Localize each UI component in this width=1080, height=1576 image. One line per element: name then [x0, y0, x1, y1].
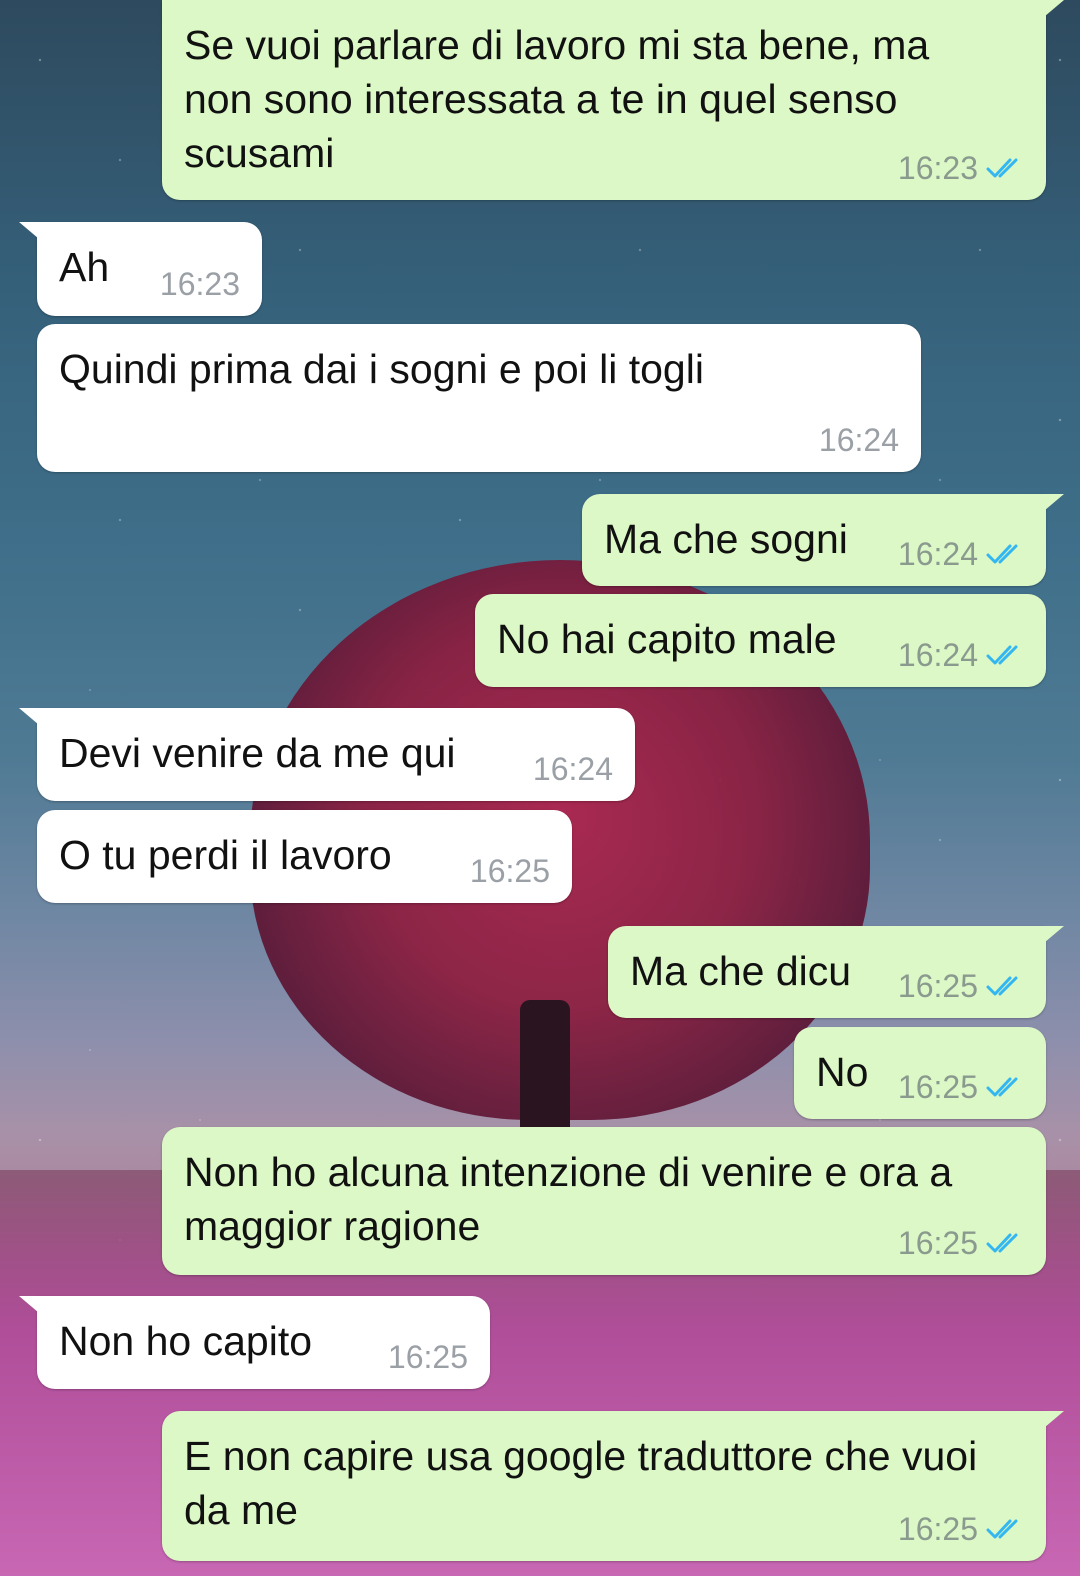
message-time: 16:23 [897, 150, 978, 186]
message-meta: 16:25 [898, 1069, 1026, 1105]
message-time: 16:25 [897, 968, 978, 1004]
message-outgoing[interactable]: Se vuoi parlare di lavoro mi sta bene, m… [162, 0, 1064, 200]
double-check-icon [986, 158, 1018, 178]
message-time: 16:23 [159, 266, 240, 302]
message-meta: 16:24 [819, 422, 899, 458]
message-incoming[interactable]: Devi venire da me qui 16:24 [19, 708, 635, 801]
message-text: Non ho capito [59, 1318, 313, 1364]
message-meta: 16:25 [388, 1339, 468, 1375]
message-time: 16:24 [897, 637, 978, 673]
message-text: Ma che dicu [630, 948, 852, 994]
message-meta: 16:25 [898, 1511, 1026, 1547]
message-outgoing[interactable]: Ma che dicu 16:25 [608, 926, 1064, 1018]
message-meta: 16:23 [898, 150, 1026, 186]
message-meta: 16:23 [160, 266, 240, 302]
message-text: Se vuoi parlare di lavoro mi sta bene, m… [184, 22, 941, 176]
message-text: Devi venire da me qui [59, 730, 456, 776]
message-time: 16:24 [818, 422, 899, 458]
message-outgoing[interactable]: Non ho alcuna intenzione di venire e ora… [162, 1127, 1046, 1275]
double-check-icon [986, 544, 1018, 564]
message-text: Ma che sogni [604, 516, 848, 562]
message-meta: 16:24 [533, 751, 613, 787]
message-time: 16:25 [897, 1069, 978, 1105]
message-time: 16:25 [897, 1225, 978, 1261]
message-list[interactable]: Se vuoi parlare di lavoro mi sta bene, m… [0, 0, 1080, 1576]
message-meta: 16:24 [898, 637, 1026, 673]
double-check-icon [986, 1519, 1018, 1539]
message-text: E non capire usa google traduttore che v… [184, 1433, 989, 1533]
message-meta: 16:25 [898, 1225, 1026, 1261]
message-time: 16:24 [532, 751, 613, 787]
message-meta: 16:24 [898, 536, 1026, 572]
double-check-icon [986, 976, 1018, 996]
message-text: No [816, 1049, 869, 1095]
message-outgoing[interactable]: Ma che sogni 16:24 [582, 494, 1064, 586]
message-incoming[interactable]: O tu perdi il lavoro 16:25 [37, 810, 572, 903]
message-incoming[interactable]: Non ho capito 16:25 [19, 1296, 490, 1389]
double-check-icon [986, 1233, 1018, 1253]
message-text: No hai capito male [497, 616, 837, 662]
message-incoming[interactable]: Quindi prima dai i sogni e poi li togli … [37, 324, 921, 472]
message-meta: 16:25 [898, 968, 1026, 1004]
message-outgoing[interactable]: E non capire usa google traduttore che v… [162, 1411, 1064, 1561]
message-time: 16:25 [469, 853, 550, 889]
double-check-icon [986, 645, 1018, 665]
message-text: O tu perdi il lavoro [59, 832, 392, 878]
double-check-icon [986, 1077, 1018, 1097]
message-time: 16:25 [897, 1511, 978, 1547]
message-text: Quindi prima dai i sogni e poi li togli [59, 346, 704, 392]
message-outgoing[interactable]: No hai capito male 16:24 [475, 594, 1046, 687]
message-meta: 16:25 [470, 853, 550, 889]
message-time: 16:25 [387, 1339, 468, 1375]
message-time: 16:24 [897, 536, 978, 572]
message-outgoing[interactable]: No 16:25 [794, 1027, 1046, 1119]
message-incoming[interactable]: Ah 16:23 [19, 222, 262, 316]
